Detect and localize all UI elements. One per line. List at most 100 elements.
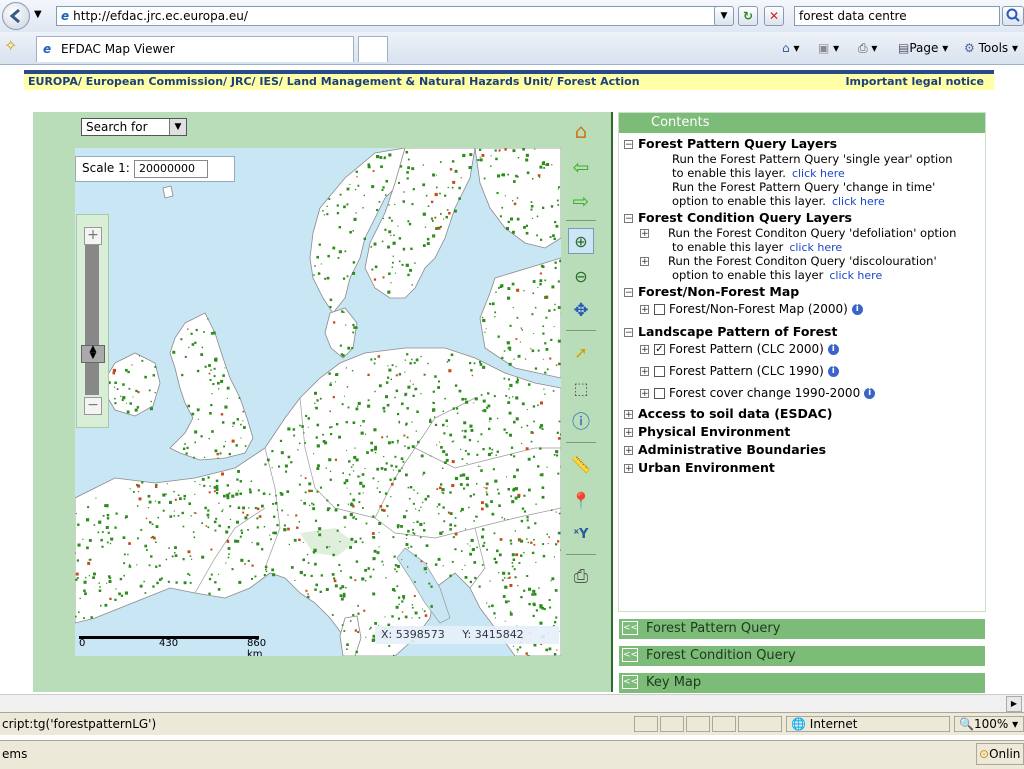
new-tab-button[interactable]	[358, 36, 388, 62]
collapse-icon[interactable]: −	[624, 328, 633, 337]
expand-icon[interactable]: +	[624, 464, 633, 473]
scroll-right-icon[interactable]: ▶	[1006, 696, 1022, 712]
print-button[interactable]: ⎙ ▾	[858, 39, 877, 57]
online-status[interactable]: ⊙Onlin	[976, 743, 1024, 765]
info-icon[interactable]: i	[828, 366, 839, 377]
group-label: Urban Environment	[638, 460, 775, 475]
expand-left-icon[interactable]: <<	[622, 675, 638, 689]
forest-pattern-query-bar[interactable]: <<Forest Pattern Query	[619, 619, 985, 639]
zoom-in-tool-icon[interactable]: ⊕	[568, 228, 594, 254]
history-dropdown-icon[interactable]: ▼	[34, 9, 42, 20]
stop-icon: ✕	[769, 9, 779, 23]
identify-pointer-icon[interactable]: ➚	[568, 340, 594, 366]
map-canvas[interactable]: 0 430 860 km X: 5398573 Y: 3415842	[75, 148, 561, 656]
expand-icon[interactable]: +	[640, 389, 649, 398]
next-extent-icon[interactable]: ⇨	[568, 188, 594, 214]
expand-icon[interactable]: +	[624, 446, 633, 455]
breadcrumb-commission[interactable]: European Commission/	[86, 75, 227, 88]
group-soil-data[interactable]: +Access to soil data (ESDAC)	[624, 406, 984, 424]
expand-left-icon[interactable]: <<	[622, 648, 638, 662]
scale-input[interactable]: 20000000	[134, 160, 208, 178]
group-forest-nonforest-map[interactable]: −Forest/Non-Forest Map	[624, 284, 984, 302]
expand-left-icon[interactable]: <<	[622, 621, 638, 635]
address-dropdown-button[interactable]: ▼	[714, 6, 734, 26]
layer-checkbox[interactable]	[654, 304, 665, 315]
horizontal-scrollbar[interactable]: ▶	[0, 694, 1024, 713]
expand-icon[interactable]: +	[640, 257, 649, 266]
refresh-button[interactable]: ↻	[738, 6, 758, 26]
breadcrumb-forest-action[interactable]: Forest Action	[557, 75, 640, 88]
collapse-icon[interactable]: −	[624, 140, 633, 149]
fpq-click-here-2[interactable]: click here	[832, 195, 885, 208]
zoom-handle[interactable]: ▲▼	[81, 345, 105, 363]
group-physical-environment[interactable]: +Physical Environment	[624, 424, 984, 442]
favorites-star-icon[interactable]: ✧	[4, 36, 17, 55]
print-map-icon[interactable]: ⎙	[568, 564, 594, 590]
layer-forest-pattern-clc2000[interactable]: +✓Forest Pattern (CLC 2000)i	[640, 342, 984, 364]
group-forest-pattern-query[interactable]: −Forest Pattern Query Layers	[624, 136, 984, 152]
home-extent-icon[interactable]: ⌂	[568, 118, 594, 144]
search-for-select[interactable]: Search for ▼	[81, 118, 187, 136]
info-icon[interactable]: i	[852, 304, 863, 315]
fcq-click-here-1[interactable]: click here	[789, 241, 842, 254]
expand-icon[interactable]: +	[624, 428, 633, 437]
clock-icon: ⊙	[979, 747, 989, 761]
group-urban-environment[interactable]: + Urban Environment	[624, 460, 984, 478]
zoom-out-icon[interactable]: −	[84, 397, 102, 415]
pin-marker-icon[interactable]: 📍	[568, 488, 594, 514]
tools-menu[interactable]: ⚙ Tools ▾	[964, 39, 1018, 57]
info-tool-icon[interactable]: ⓘ	[568, 410, 594, 436]
zoom-slider[interactable]: + ▲▼ −	[76, 214, 109, 428]
breadcrumb-europa[interactable]: EUROPA/	[28, 75, 82, 88]
layer-forest-cover-change[interactable]: +Forest cover change 1990-2000i	[640, 386, 984, 406]
search-go-button[interactable]	[1002, 6, 1024, 26]
info-icon[interactable]: i	[864, 388, 875, 399]
group-forest-condition-query[interactable]: −Forest Condition Query Layers	[624, 210, 984, 226]
group-administrative-boundaries[interactable]: +Administrative Boundaries	[624, 442, 984, 460]
fpq-click-here-1[interactable]: click here	[792, 167, 845, 180]
contents-title: Contents	[651, 115, 709, 130]
zoom-out-tool-icon[interactable]: ⊖	[568, 264, 594, 290]
legal-notice-link[interactable]: Important legal notice	[845, 74, 984, 90]
expand-icon[interactable]: +	[640, 229, 649, 238]
collapse-icon[interactable]: −	[624, 214, 633, 223]
info-icon[interactable]: i	[828, 344, 839, 355]
ie-tab-icon: e	[43, 37, 51, 61]
expand-icon[interactable]: +	[640, 345, 649, 354]
home-button[interactable]: ⌂ ▾	[782, 39, 799, 57]
layer-forest-pattern-clc1990[interactable]: +Forest Pattern (CLC 1990)i	[640, 364, 984, 386]
panel-divider[interactable]	[611, 112, 613, 692]
zoom-track[interactable]	[85, 245, 99, 395]
expand-icon[interactable]: +	[640, 367, 649, 376]
breadcrumb-unit[interactable]: Land Management & Natural Hazards Unit/	[287, 75, 553, 88]
previous-extent-icon[interactable]: ⇦	[568, 154, 594, 180]
stop-button[interactable]: ✕	[764, 6, 784, 26]
forest-condition-query-bar[interactable]: <<Forest Condition Query	[619, 646, 985, 666]
search-input[interactable]: forest data centre	[794, 6, 1000, 26]
address-input[interactable]: ehttp://efdac.jrc.ec.europa.eu/	[56, 6, 732, 26]
pan-tool-icon[interactable]: ✥	[568, 298, 594, 324]
europe-map[interactable]	[75, 148, 561, 656]
breadcrumb-ies[interactable]: IES/	[259, 75, 283, 88]
layer-checkbox[interactable]	[654, 366, 665, 377]
group-landscape-pattern[interactable]: −Landscape Pattern of Forest	[624, 324, 984, 342]
xy-coordinate-icon[interactable]: ˣY	[568, 522, 594, 548]
layer-forest-nonforest-2000[interactable]: +Forest/Non-Forest Map (2000)i	[640, 302, 984, 324]
expand-icon[interactable]: +	[640, 305, 649, 314]
layer-checkbox[interactable]	[654, 388, 665, 399]
key-map-bar[interactable]: <<Key Map	[619, 673, 985, 693]
zoom-in-icon[interactable]: +	[84, 227, 102, 245]
zoom-level[interactable]: 🔍100% ▾	[954, 716, 1024, 732]
select-box-icon[interactable]: ⬚	[568, 376, 594, 402]
expand-icon[interactable]: +	[624, 410, 633, 419]
fcq-click-here-2[interactable]: click here	[829, 269, 882, 282]
page-menu[interactable]: ▤Page ▾	[898, 39, 948, 57]
tab-efdac-map-viewer[interactable]: e EFDAC Map Viewer	[36, 36, 354, 62]
feeds-button[interactable]: ▣ ▾	[818, 39, 839, 57]
collapse-icon[interactable]: −	[624, 288, 633, 297]
scalebar: 0 430 860 km	[79, 628, 279, 652]
measure-ruler-icon[interactable]: 📏	[568, 452, 594, 478]
back-button[interactable]	[2, 2, 30, 30]
layer-checkbox-checked[interactable]: ✓	[654, 344, 665, 355]
breadcrumb-jrc[interactable]: JRC/	[231, 75, 256, 88]
